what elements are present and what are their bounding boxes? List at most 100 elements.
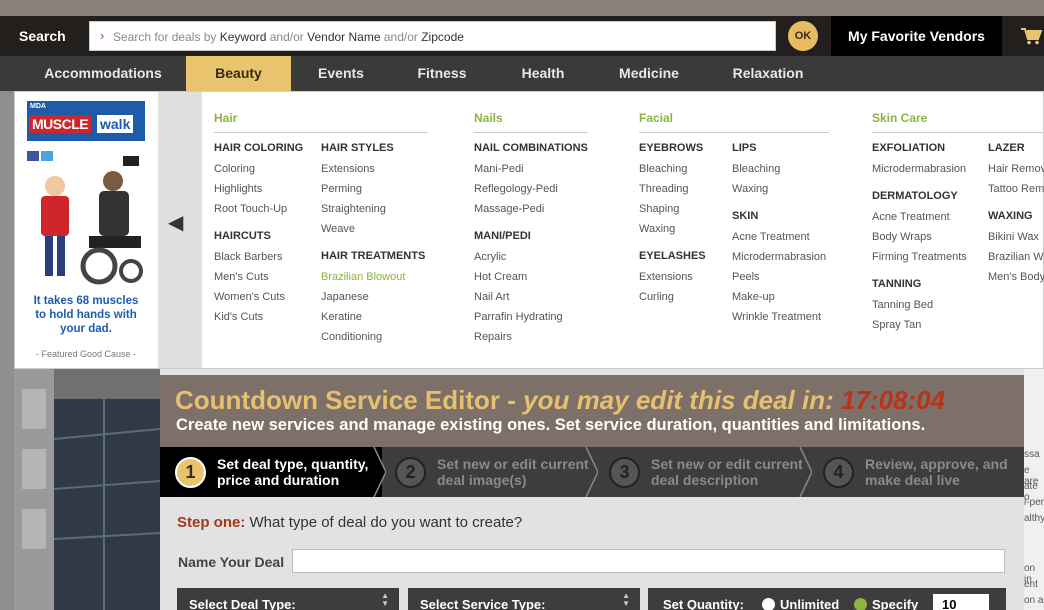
menu-item-highlighted[interactable]: Brazilian Blowout (321, 271, 405, 283)
menu-item[interactable]: Spray Tan (872, 319, 921, 331)
divider (872, 132, 1044, 133)
menu-item[interactable]: Perming (321, 183, 362, 195)
menu-item[interactable]: Conditioning (321, 331, 382, 343)
nav-accommodations[interactable]: Accommodations (30, 56, 176, 91)
menu-item[interactable]: Curling (639, 291, 674, 303)
featured-cause-ad[interactable]: MDA MUSCLE walk It takes 68 muscles to h… (27, 101, 145, 364)
triangle-left-icon: ◀ (168, 212, 184, 234)
menu-item[interactable]: Japanese (321, 291, 369, 303)
menu-item[interactable]: Bikini Wax (988, 231, 1039, 243)
group-mani-pedi[interactable]: MANI/PEDI (474, 230, 531, 242)
group-tanning[interactable]: TANNING (872, 278, 921, 290)
ad-brand-walk: walk (97, 115, 134, 133)
step-3[interactable]: 3 Set new or edit current deal descriptio… (594, 447, 804, 497)
specify-radio[interactable] (854, 598, 867, 610)
menu-item[interactable]: Mani-Pedi (474, 163, 524, 175)
step-1[interactable]: 1 Set deal type, quantity, price and dura… (160, 447, 382, 497)
menu-item[interactable]: Extensions (321, 163, 375, 175)
menu-item[interactable]: Parrafin Hydrating (474, 311, 563, 323)
menu-item[interactable]: Microdermabrasion (732, 251, 826, 263)
menu-prev-arrow[interactable]: ◀ (158, 92, 202, 368)
quantity-row: Set Quantity: Unlimited Specify 10 (648, 588, 1006, 610)
menu-item[interactable]: Weave (321, 223, 355, 235)
search-placeholder: Search for deals by Keyword and/or Vendo… (113, 30, 464, 44)
category-nails[interactable]: Nails (474, 111, 503, 125)
menu-item[interactable]: Waxing (639, 223, 675, 235)
menu-item[interactable]: Repairs (474, 331, 512, 343)
menu-item[interactable]: Waxing (732, 183, 768, 195)
menu-item[interactable]: Threading (639, 183, 689, 195)
step-2[interactable]: 2 Set new or edit current deal image(s) (380, 447, 590, 497)
nav-fitness[interactable]: Fitness (404, 56, 480, 91)
menu-item[interactable]: Wrinkle Treatment (732, 311, 821, 323)
menu-item[interactable]: Men's Cuts (214, 271, 269, 283)
menu-item[interactable]: Shaping (639, 203, 679, 215)
group-eyebrows[interactable]: EYEBROWS (639, 142, 703, 154)
menu-item[interactable]: Peels (732, 271, 760, 283)
favorite-vendors-button[interactable]: My Favorite Vendors (831, 16, 1002, 56)
group-eyelashes[interactable]: EYELASHES (639, 250, 706, 262)
category-facial[interactable]: Facial (639, 111, 673, 125)
menu-item[interactable]: Men's Body (988, 271, 1044, 283)
nav-events[interactable]: Events (305, 56, 377, 91)
menu-item[interactable]: Bleaching (639, 163, 687, 175)
menu-item[interactable]: Extensions (639, 271, 693, 283)
category-skin-care[interactable]: Skin Care (872, 111, 927, 125)
unlimited-radio[interactable] (762, 598, 775, 610)
menu-item[interactable]: Keratine (321, 311, 362, 323)
group-nail-combinations[interactable]: NAIL COMBINATIONS (474, 142, 588, 154)
menu-item[interactable]: Body Wraps (872, 231, 932, 243)
service-type-select[interactable]: Select Service Type: ▲ ▼ (408, 588, 640, 610)
group-hair-treatments[interactable]: HAIR TREATMENTS (321, 250, 425, 262)
chevron-right-icon: › (100, 28, 105, 43)
ad-org: MDA (30, 103, 46, 110)
menu-item[interactable]: Kid's Cuts (214, 311, 263, 323)
menu-item[interactable]: Microdermabrasion (872, 163, 966, 175)
step-progress: 1 Set deal type, quantity, price and dura… (160, 447, 1024, 497)
group-lips[interactable]: LIPS (732, 142, 756, 154)
menu-item[interactable]: Bleaching (732, 163, 780, 175)
search-input[interactable]: › Search for deals by Keyword and/or Ven… (89, 21, 776, 51)
cart-icon[interactable] (1020, 27, 1042, 45)
menu-item[interactable]: Massage-Pedi (474, 203, 544, 215)
menu-item[interactable]: Acrylic (474, 251, 506, 263)
menu-item[interactable]: Tanning Bed (872, 299, 933, 311)
menu-item[interactable]: Tattoo Rem (988, 183, 1044, 195)
menu-item[interactable]: Root Touch-Up (214, 203, 287, 215)
menu-item[interactable]: Acne Treatment (872, 211, 950, 223)
group-hair-coloring[interactable]: HAIR COLORING (214, 142, 303, 154)
category-hair[interactable]: Hair (214, 111, 237, 125)
nav-medicine[interactable]: Medicine (606, 56, 692, 91)
group-dermatology[interactable]: DERMATOLOGY (872, 190, 958, 202)
select-arrows-icon: ▲ ▼ (381, 591, 389, 608)
menu-item[interactable]: Reflegology-Pedi (474, 183, 558, 195)
group-lazer[interactable]: LAZER (988, 142, 1025, 154)
menu-item[interactable]: Nail Art (474, 291, 509, 303)
ok-button[interactable]: OK (788, 21, 818, 51)
menu-item[interactable]: Make-up (732, 291, 775, 303)
group-skin[interactable]: SKIN (732, 210, 758, 222)
deal-type-select[interactable]: Select Deal Type: ▲ ▼ (177, 588, 399, 610)
nav-health[interactable]: Health (508, 56, 578, 91)
nav-beauty[interactable]: Beauty (186, 56, 291, 91)
group-hair-styles[interactable]: HAIR STYLES (321, 142, 394, 154)
step-4[interactable]: 4 Review, approve, and make deal live (808, 447, 1024, 497)
menu-item[interactable]: Brazilian W (988, 251, 1044, 263)
menu-item[interactable]: Hot Cream (474, 271, 527, 283)
menu-item[interactable]: Hair Remov (988, 163, 1044, 175)
group-waxing[interactable]: WAXING (988, 210, 1033, 222)
menu-item[interactable]: Straightening (321, 203, 386, 215)
deal-name-input[interactable] (292, 549, 1005, 573)
step-one-heading: Step one: What type of deal do you want … (177, 514, 523, 531)
group-haircuts[interactable]: HAIRCUTS (214, 230, 271, 242)
menu-item[interactable]: Acne Treatment (732, 231, 810, 243)
quantity-input[interactable]: 10 (933, 594, 989, 610)
menu-item[interactable]: Women's Cuts (214, 291, 285, 303)
menu-item[interactable]: Black Barbers (214, 251, 282, 263)
menu-item[interactable]: Highlights (214, 183, 262, 195)
ad-brand-muscle: MUSCLE (29, 115, 92, 133)
nav-relaxation[interactable]: Relaxation (722, 56, 814, 91)
group-exfoliation[interactable]: EXFOLIATION (872, 142, 945, 154)
menu-item[interactable]: Coloring (214, 163, 255, 175)
menu-item[interactable]: Firming Treatments (872, 251, 967, 263)
